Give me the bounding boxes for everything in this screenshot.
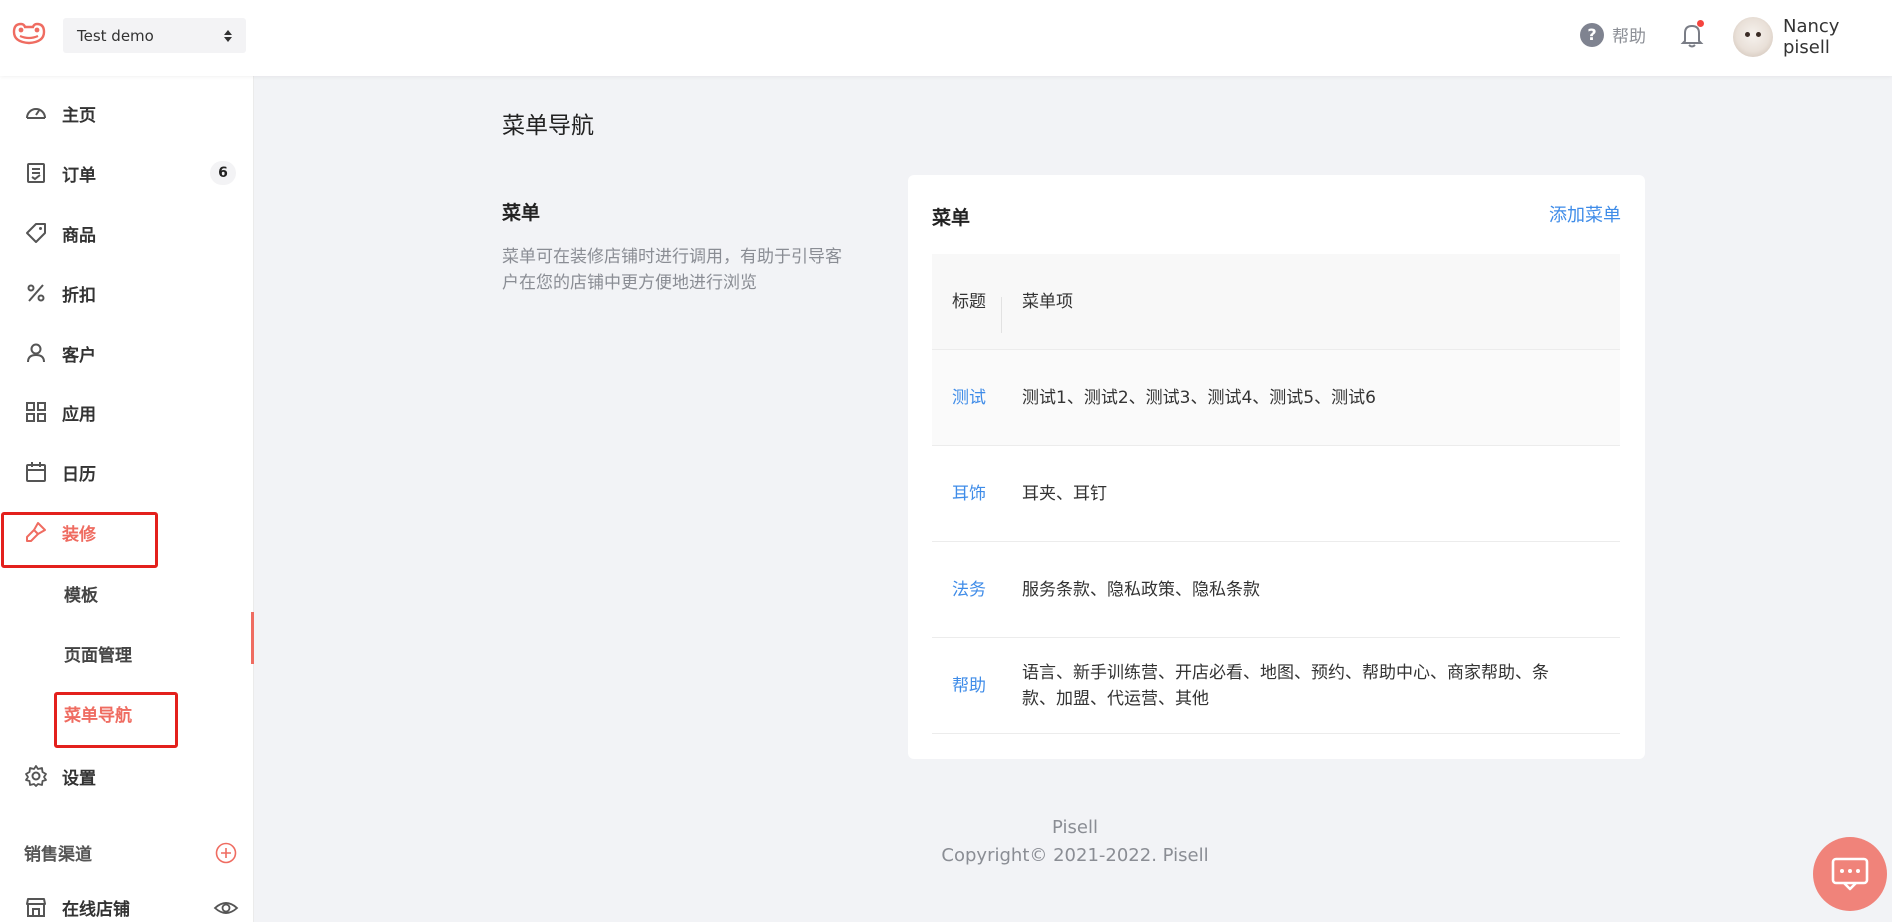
section-description: 菜单可在装修店铺时进行调用，有助于引导客户在您的店铺中更方便地进行浏览: [502, 247, 842, 293]
menu-title-link[interactable]: 耳饰: [952, 484, 986, 504]
footer: Pisell Copyright© 2021-2022. Pisell: [920, 814, 1230, 870]
sidebar-item-label: 订单: [62, 165, 96, 186]
store-select[interactable]: Test demo: [63, 18, 246, 53]
dashboard-icon: [26, 108, 46, 119]
sidebar: 主页 订单 6 商品 折扣 客户 应用 日历 装修 模板 页面管理 菜单导航 设…: [0, 76, 254, 922]
card-title: 菜单: [932, 207, 971, 229]
avatar: [1733, 17, 1773, 57]
footer-copyright: Copyright© 2021-2022. Pisell: [941, 845, 1209, 866]
sidebar-item-label: 商品: [62, 225, 96, 246]
sidebar-item-calendar[interactable]: 日历: [0, 449, 254, 495]
user-menu[interactable]: Nancy pisell: [1733, 16, 1892, 58]
top-header: Test demo ? 帮助 Nancy pisell: [0, 0, 1892, 76]
brush-icon: [26, 522, 46, 542]
table-header-row: 标题 菜单项: [932, 254, 1620, 350]
apps-icon: [26, 402, 46, 422]
store-icon: [26, 898, 46, 917]
sidebar-item-decoration[interactable]: 装修: [0, 509, 254, 555]
menu-items-cell: 服务条款、隐私政策、隐私条款: [1022, 579, 1260, 600]
sidebar-item-customers[interactable]: 客户: [0, 330, 254, 376]
user-icon: [27, 343, 45, 363]
sidebar-subitem-templates[interactable]: 模板: [64, 573, 98, 613]
column-header-items: 菜单项: [1022, 291, 1073, 312]
store-name: Test demo: [77, 26, 154, 45]
orders-count-badge: 6: [210, 161, 236, 185]
sidebar-item-label: 客户: [62, 345, 96, 366]
section-title: 菜单: [502, 202, 541, 224]
notification-dot: [1697, 20, 1704, 27]
chat-bubble-icon: [1831, 857, 1869, 891]
pisell-logo-icon[interactable]: [10, 18, 48, 50]
sidebar-item-settings[interactable]: 设置: [0, 753, 254, 799]
help-button[interactable]: ? 帮助: [1580, 22, 1646, 47]
footer-brand: Pisell: [1052, 817, 1098, 838]
add-menu-button[interactable]: 添加菜单: [1549, 201, 1621, 227]
sidebar-item-products[interactable]: 商品: [0, 210, 254, 256]
sidebar-item-label: 应用: [62, 404, 96, 425]
active-nav-indicator: [251, 612, 254, 664]
sort-caret-icon: [224, 29, 232, 42]
menu-card: 菜单 添加菜单 标题 菜单项 测试 测试1、测试2、测试3、测试4、测试5、测试…: [908, 175, 1645, 759]
sidebar-item-discounts[interactable]: 折扣: [0, 270, 254, 316]
sidebar-subitem-page-management[interactable]: 页面管理: [64, 633, 132, 673]
sidebar-item-label: 装修: [62, 524, 96, 545]
sales-channels-label: 销售渠道: [24, 845, 92, 865]
table-row: 法务 服务条款、隐私政策、隐私条款: [932, 542, 1620, 638]
sidebar-item-label: 日历: [62, 464, 96, 485]
table-row: 帮助 语言、新手训练营、开店必看、地图、预约、帮助中心、商家帮助、条款、加盟、代…: [932, 638, 1620, 734]
menu-table: 标题 菜单项 测试 测试1、测试2、测试3、测试4、测试5、测试6 耳饰 耳夹、…: [932, 254, 1620, 734]
gear-icon: [25, 765, 47, 787]
sidebar-item-label: 折扣: [62, 285, 96, 306]
help-label: 帮助: [1612, 27, 1646, 47]
sidebar-item-home[interactable]: 主页: [0, 90, 254, 136]
tag-icon: [26, 223, 46, 243]
menu-items-cell: 测试1、测试2、测试3、测试4、测试5、测试6: [1022, 387, 1376, 408]
table-row: 测试 测试1、测试2、测试3、测试4、测试5、测试6: [932, 350, 1620, 446]
sidebar-item-label: 主页: [62, 105, 96, 126]
add-channel-plus-icon[interactable]: [215, 842, 237, 864]
percent-icon: [27, 284, 45, 302]
chat-button[interactable]: [1813, 837, 1887, 911]
notification-button[interactable]: [1678, 20, 1706, 50]
calendar-icon: [26, 462, 46, 482]
eye-icon[interactable]: [213, 898, 239, 918]
column-header-title: 标题: [932, 289, 1002, 333]
menu-items-cell: 耳夹、耳钉: [1022, 483, 1107, 504]
menu-title-link[interactable]: 法务: [952, 580, 986, 600]
order-icon: [27, 163, 45, 183]
menu-title-link[interactable]: 帮助: [952, 676, 986, 696]
sidebar-item-label: 在线店铺: [62, 899, 130, 920]
question-icon: ?: [1580, 22, 1604, 47]
sidebar-item-label: 设置: [62, 768, 96, 789]
sidebar-subitem-menu-navigation[interactable]: 菜单导航: [64, 693, 132, 733]
menu-items-cell: 语言、新手训练营、开店必看、地图、预约、帮助中心、商家帮助、条款、加盟、代运营、…: [1022, 662, 1549, 709]
sidebar-item-apps[interactable]: 应用: [0, 389, 254, 435]
table-row: 耳饰 耳夹、耳钉: [932, 446, 1620, 542]
page-title: 菜单导航: [502, 113, 594, 139]
menu-title-link[interactable]: 测试: [952, 388, 986, 408]
user-name: Nancy pisell: [1782, 16, 1840, 58]
sidebar-item-orders[interactable]: 订单 6: [0, 150, 254, 196]
